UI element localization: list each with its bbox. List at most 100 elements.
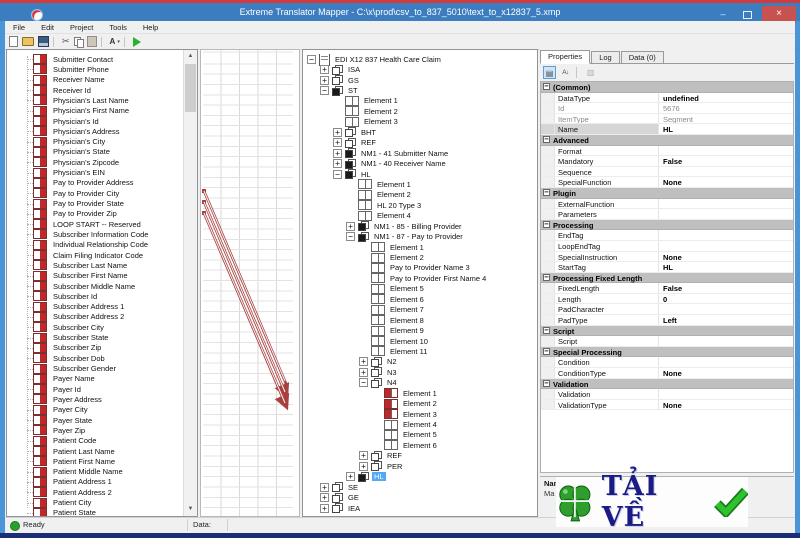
menu-item-project[interactable]: Project <box>62 23 101 32</box>
source-field-item[interactable]: Pay to Provider Address <box>7 177 184 188</box>
property-value[interactable]: None <box>659 368 793 378</box>
property-category-row[interactable]: − Plugin <box>541 187 793 199</box>
edi-tree-item[interactable]: Pay to Provider First Name 4 <box>303 273 537 284</box>
source-field-item[interactable]: Subscriber State <box>7 332 184 343</box>
collapse-icon[interactable]: − <box>543 188 550 196</box>
source-field-item[interactable]: Receiver Id <box>7 85 184 96</box>
property-value[interactable]: None <box>659 252 793 262</box>
new-file-button[interactable] <box>9 36 18 47</box>
property-row[interactable]: Parameters <box>541 209 793 220</box>
source-field-item[interactable]: Pay to Provider City <box>7 188 184 199</box>
edi-tree-item[interactable]: − EDI X12 837 Health Care Claim <box>303 54 537 66</box>
property-row[interactable]: Script <box>541 336 793 347</box>
expand-icon[interactable]: + <box>333 159 342 169</box>
edi-tree-item[interactable]: + N2 <box>303 356 537 367</box>
source-field-item[interactable]: Subscriber Address 2 <box>7 311 184 322</box>
source-field-item[interactable]: Pay to Provider State <box>7 198 184 209</box>
property-value[interactable] <box>659 146 793 156</box>
edi-tree-item[interactable]: Element 2 <box>303 252 537 263</box>
property-value[interactable] <box>659 209 793 219</box>
collapse-icon[interactable]: − <box>320 86 329 96</box>
scroll-down-arrow[interactable]: ▼ <box>184 503 197 516</box>
source-field-item[interactable]: Claim Filing Indicator Code <box>7 250 184 261</box>
edi-tree-item[interactable]: Element 3 <box>303 409 537 420</box>
property-row[interactable]: ConditionType None <box>541 368 793 379</box>
source-field-item[interactable]: Patient First Name <box>7 456 184 467</box>
collapse-icon[interactable]: − <box>346 232 355 242</box>
source-field-item[interactable]: Patient Address 1 <box>7 476 184 487</box>
property-value[interactable]: Segment <box>659 114 793 124</box>
property-value[interactable] <box>659 357 793 367</box>
edi-tree-item[interactable]: + N3 <box>303 367 537 378</box>
source-field-item[interactable]: Payer State <box>7 415 184 426</box>
run-button[interactable] <box>132 36 141 47</box>
edi-tree-item[interactable]: Element 5 <box>303 429 537 440</box>
source-field-item[interactable]: Physician's Id <box>7 116 184 127</box>
edi-tree-item[interactable]: Element 4 <box>303 210 537 221</box>
property-row[interactable]: EndTag <box>541 230 793 241</box>
expand-icon[interactable]: + <box>320 75 329 85</box>
collapse-icon[interactable]: − <box>543 273 550 281</box>
property-value[interactable]: HL <box>659 262 793 272</box>
source-field-item[interactable]: Physician's City <box>7 136 184 147</box>
font-map-tool-button[interactable]: A ▾ <box>110 37 120 47</box>
collapse-icon[interactable]: − <box>543 347 550 355</box>
property-category-row[interactable]: − Special Processing <box>541 346 793 358</box>
scroll-up-arrow[interactable]: ▲ <box>184 50 197 63</box>
property-row[interactable]: Id 5676 <box>541 103 793 114</box>
edi-tree-item[interactable]: Pay to Provider Name 3 <box>303 262 537 273</box>
property-row[interactable]: Format <box>541 145 793 157</box>
edi-tree-item[interactable]: + IEA <box>303 503 537 514</box>
expand-icon[interactable]: + <box>359 451 368 461</box>
property-category-row[interactable]: − Validation <box>541 378 793 390</box>
edi-tree-item[interactable]: HL 20 Type 3 <box>303 200 537 211</box>
expand-icon[interactable]: + <box>320 65 329 75</box>
expand-icon[interactable]: + <box>333 138 342 148</box>
scrollbar-thumb[interactable] <box>185 64 196 112</box>
source-field-item[interactable]: Subscriber Middle Name <box>7 281 184 292</box>
property-category-row[interactable]: − Processing <box>541 219 793 231</box>
property-row[interactable]: ValidationType None <box>541 399 793 411</box>
edi-tree-item[interactable]: + REF <box>303 137 537 148</box>
property-value[interactable]: 5676 <box>659 103 793 113</box>
property-category-row[interactable]: − (Common) <box>541 82 793 93</box>
collapse-icon[interactable]: − <box>543 83 550 90</box>
tab-properties[interactable]: Properties <box>540 50 591 64</box>
property-row[interactable]: Condition <box>541 357 793 369</box>
source-field-item[interactable]: Physician's Last Name <box>7 95 184 106</box>
property-row[interactable]: SpecialFunction None <box>541 177 793 188</box>
edi-tree-item[interactable]: Element 1 <box>303 388 537 399</box>
property-value[interactable] <box>659 389 793 399</box>
source-field-item[interactable]: Subscriber Gender <box>7 363 184 374</box>
expand-icon[interactable]: + <box>346 472 355 482</box>
menu-item-edit[interactable]: Edit <box>33 23 62 32</box>
edi-tree-item[interactable]: Element 1 <box>303 242 537 253</box>
expand-icon[interactable]: + <box>333 127 342 137</box>
source-field-item[interactable]: Physician's Zipcode <box>7 157 184 168</box>
source-field-item[interactable]: Subscriber Address 1 <box>7 301 184 312</box>
edi-tree-item[interactable]: + SE <box>303 482 537 493</box>
property-value[interactable]: undefined <box>659 93 793 103</box>
property-category-row[interactable]: − Processing Fixed Length <box>541 272 793 284</box>
categorized-view-icon[interactable]: ▤ <box>543 66 556 79</box>
source-field-item[interactable]: Payer Name <box>7 373 184 384</box>
menu-item-file[interactable]: File <box>5 23 33 32</box>
property-value[interactable]: Left <box>659 315 793 325</box>
property-row[interactable]: StartTag HL <box>541 262 793 273</box>
expand-icon[interactable]: + <box>359 357 368 367</box>
source-field-item[interactable]: Physician's State <box>7 146 184 157</box>
collapse-icon[interactable]: − <box>543 379 550 387</box>
edi-tree-item[interactable]: + PER <box>303 461 537 472</box>
source-field-item[interactable]: Payer Id <box>7 384 184 395</box>
open-file-button[interactable] <box>22 37 34 47</box>
property-row[interactable]: PadCharacter <box>541 304 793 316</box>
property-row[interactable]: FixedLength False <box>541 283 793 294</box>
vertical-scrollbar[interactable]: ▲ ▼ <box>183 50 197 516</box>
tab-log[interactable]: Log <box>591 51 620 63</box>
expand-icon[interactable]: + <box>346 221 355 231</box>
source-field-item[interactable]: Physician's EIN <box>7 167 184 178</box>
property-value[interactable] <box>659 230 793 240</box>
edi-tree-item[interactable]: Element 2 <box>303 398 537 409</box>
edi-tree-item[interactable]: + NM1 - 85 - Billing Provider <box>303 221 537 232</box>
expand-icon[interactable]: + <box>359 367 368 377</box>
